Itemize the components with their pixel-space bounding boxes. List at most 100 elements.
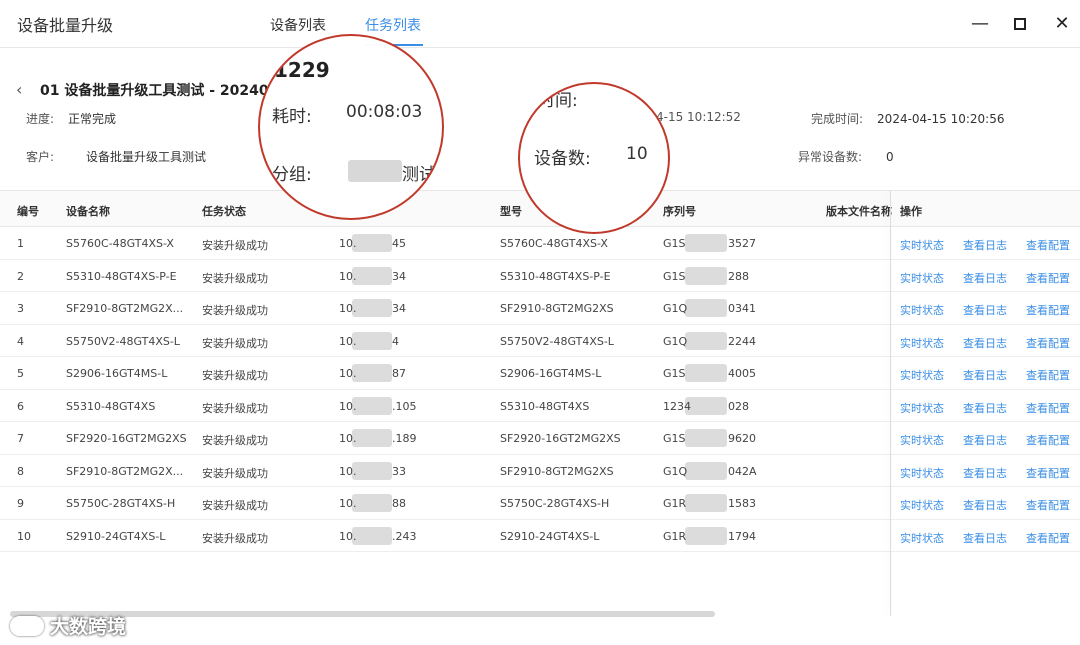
realtime-status-link[interactable]: 实时状态 bbox=[900, 237, 944, 253]
view-config-link[interactable]: 查看配置 bbox=[1026, 302, 1070, 318]
redacted-serial bbox=[685, 331, 727, 350]
cell-serial-prefix: 1234 bbox=[663, 399, 691, 413]
customer-field: 客户: 设备批量升级工具测试 bbox=[26, 148, 206, 165]
watermark-logo bbox=[10, 616, 44, 636]
tab-device-list[interactable]: 设备列表 bbox=[270, 15, 326, 35]
watermark: 大数跨境 bbox=[10, 612, 126, 639]
cell-ip-suffix: .243 bbox=[392, 529, 417, 543]
table-row: 2 S5310-48GT4XS-P-E 安装升级成功 10. 34 S5310-48GT4… bbox=[0, 260, 1080, 292]
cell-serial-prefix: G1R bbox=[663, 497, 687, 510]
view-config-link[interactable]: 查看配置 bbox=[1026, 335, 1070, 351]
cell-device-name: S5750V2-48GT4XS-L bbox=[66, 334, 180, 348]
cell-no: 5 bbox=[17, 367, 24, 380]
cell-device-name: S5760C-48GT4XS-X bbox=[66, 237, 174, 250]
redacted-serial bbox=[685, 494, 727, 512]
tab-task-list[interactable]: 任务列表 bbox=[365, 15, 421, 35]
cell-task-status: 安装升级成功 bbox=[202, 304, 268, 317]
cell-serial-suffix: 9620 bbox=[728, 432, 756, 445]
cell-device-name: S5310-48GT4XS bbox=[66, 399, 156, 413]
cell-serial-suffix: 2244 bbox=[728, 334, 756, 348]
table-row: 4 S5750V2-48GT4XS-L 安装升级成功 10. 4 S5750V2-48GT… bbox=[0, 325, 1080, 357]
view-config-link[interactable]: 查看配置 bbox=[1026, 237, 1070, 253]
redacted-ip bbox=[352, 494, 392, 512]
cell-model: S5760C-48GT4XS-X bbox=[500, 237, 608, 250]
redacted-ip bbox=[352, 299, 392, 317]
cell-task-status: 安装升级成功 bbox=[202, 434, 268, 447]
col-header-status: 任务状态 bbox=[202, 205, 246, 218]
cell-task-status: 安装升级成功 bbox=[202, 499, 268, 512]
cell-serial-suffix: 4005 bbox=[728, 367, 756, 380]
view-log-link[interactable]: 查看日志 bbox=[963, 465, 1007, 481]
table-row: 6 S5310-48GT4XS 安装升级成功 10. .105 S5310-48GT4XS… bbox=[0, 390, 1080, 422]
table-row: 1 S5760C-48GT4XS-X 安装升级成功 10. 45 S5760C-48GT4… bbox=[0, 227, 1080, 260]
view-log-link[interactable]: 查看日志 bbox=[963, 367, 1007, 383]
realtime-status-link[interactable]: 实时状态 bbox=[900, 432, 944, 448]
view-log-link[interactable]: 查看日志 bbox=[963, 530, 1007, 546]
col-header-model: 型号 bbox=[500, 205, 522, 218]
cell-serial-suffix: 3527 bbox=[728, 237, 756, 250]
realtime-status-link[interactable]: 实时状态 bbox=[900, 335, 944, 351]
view-log-link[interactable]: 查看日志 bbox=[963, 270, 1007, 286]
cell-ip-prefix: 10. bbox=[339, 302, 357, 315]
redacted-ip bbox=[352, 429, 392, 447]
progress-field: 进度: 正常完成 bbox=[26, 110, 116, 127]
col-header-actions: 操作 bbox=[900, 205, 922, 218]
cell-serial-prefix: G1S bbox=[663, 237, 686, 250]
redacted-ip bbox=[352, 526, 392, 545]
col-header-name: 设备名称 bbox=[66, 205, 110, 218]
table-row: 3 SF2910-8GT2MG2X... 安装升级成功 10. 34 SF2910-8GT… bbox=[0, 292, 1080, 325]
cell-device-name: S2906-16GT4MS-L bbox=[66, 367, 168, 380]
realtime-status-link[interactable]: 实时状态 bbox=[900, 465, 944, 481]
cell-no: 10 bbox=[17, 529, 31, 543]
realtime-status-link[interactable]: 实时状态 bbox=[900, 270, 944, 286]
start-time-value: 4-15 10:12:52 bbox=[656, 110, 741, 124]
view-log-link[interactable]: 查看日志 bbox=[963, 237, 1007, 253]
maximize-button[interactable] bbox=[1006, 10, 1034, 38]
back-button[interactable]: ‹ bbox=[16, 80, 22, 99]
realtime-status-link[interactable]: 实时状态 bbox=[900, 400, 944, 416]
view-config-link[interactable]: 查看配置 bbox=[1026, 270, 1070, 286]
redacted-serial bbox=[685, 364, 727, 382]
realtime-status-link[interactable]: 实时状态 bbox=[900, 530, 944, 546]
cell-serial-prefix: G1Q bbox=[663, 302, 688, 315]
minimize-button[interactable]: — bbox=[966, 10, 994, 38]
cell-ip-suffix: 87 bbox=[392, 367, 406, 380]
realtime-status-link[interactable]: 实时状态 bbox=[900, 497, 944, 513]
cell-task-status: 安装升级成功 bbox=[202, 466, 268, 480]
cell-serial-suffix: 0341 bbox=[728, 302, 756, 315]
view-log-link[interactable]: 查看日志 bbox=[963, 497, 1007, 513]
redacted-ip bbox=[352, 331, 392, 350]
view-config-link[interactable]: 查看配置 bbox=[1026, 465, 1070, 481]
view-config-link[interactable]: 查看配置 bbox=[1026, 497, 1070, 513]
cell-task-status: 安装升级成功 bbox=[202, 369, 268, 382]
cell-no: 7 bbox=[17, 432, 24, 445]
cell-task-status: 安装升级成功 bbox=[202, 271, 268, 285]
view-log-link[interactable]: 查看日志 bbox=[963, 335, 1007, 351]
view-config-link[interactable]: 查看配置 bbox=[1026, 400, 1070, 416]
cell-ip-prefix: 10. bbox=[339, 464, 357, 478]
view-config-link[interactable]: 查看配置 bbox=[1026, 432, 1070, 448]
cell-task-status: 安装升级成功 bbox=[202, 401, 268, 415]
cell-ip-suffix: 45 bbox=[392, 237, 406, 250]
cell-serial-suffix: 1794 bbox=[728, 529, 756, 543]
table-row: 7 SF2920-16GT2MG2XS 安装升级成功 10. .189 SF2920-16… bbox=[0, 422, 1080, 455]
table-row: 10 S2910-24GT4XS-L 安装升级成功 10. .243 S2910-24GT… bbox=[0, 520, 1080, 552]
zoom-task-number: 1229 bbox=[274, 58, 330, 82]
view-log-link[interactable]: 查看日志 bbox=[963, 432, 1007, 448]
customer-value: 设备批量升级工具测试 bbox=[86, 150, 207, 164]
cell-ip-suffix: 34 bbox=[392, 302, 406, 315]
realtime-status-link[interactable]: 实时状态 bbox=[900, 302, 944, 318]
cell-device-name: SF2910-8GT2MG2X... bbox=[66, 302, 184, 315]
title-bar: 设备批量升级 设备列表 任务列表 — ✕ bbox=[0, 0, 1080, 48]
view-config-link[interactable]: 查看配置 bbox=[1026, 530, 1070, 546]
view-log-link[interactable]: 查看日志 bbox=[963, 302, 1007, 318]
cell-serial-prefix: G1S bbox=[663, 432, 686, 445]
close-button[interactable]: ✕ bbox=[1048, 10, 1076, 38]
realtime-status-link[interactable]: 实时状态 bbox=[900, 367, 944, 383]
col-header-no: 编号 bbox=[17, 205, 39, 218]
cell-no: 3 bbox=[17, 302, 24, 315]
zoom-group-value: 测试 bbox=[402, 165, 436, 185]
redacted-serial bbox=[685, 234, 727, 252]
view-log-link[interactable]: 查看日志 bbox=[963, 400, 1007, 416]
view-config-link[interactable]: 查看配置 bbox=[1026, 367, 1070, 383]
